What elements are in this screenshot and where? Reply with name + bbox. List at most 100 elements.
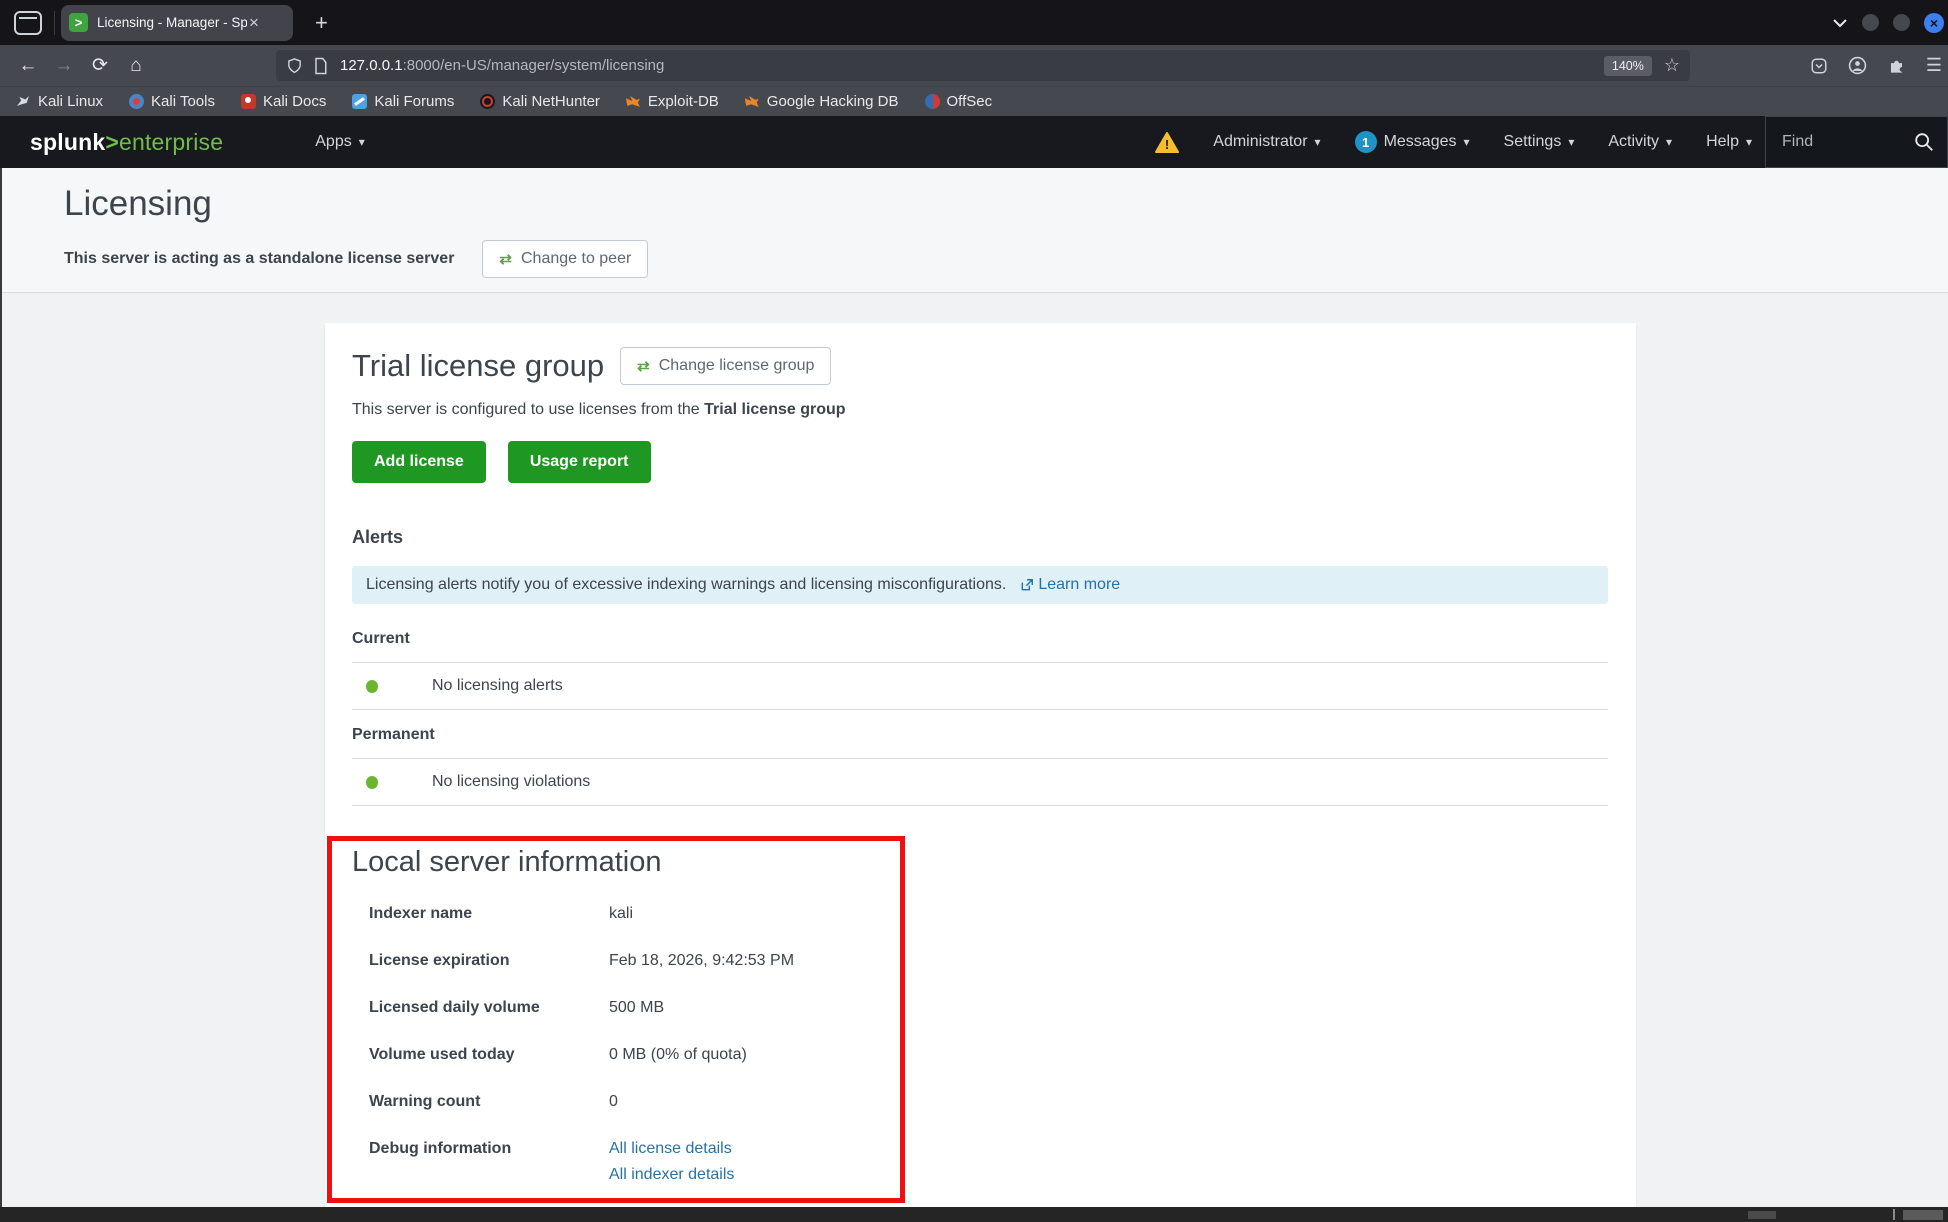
change-license-group-button[interactable]: ⇄Change license group	[620, 347, 831, 385]
taskbar-mark	[1893, 1209, 1895, 1220]
alerts-title: Alerts	[352, 527, 1636, 548]
bookmark-kali-docs[interactable]: Kali Docs	[241, 93, 326, 110]
table-row: Volume used today0 MB (0% of quota)	[369, 1046, 1636, 1064]
table-row: License expirationFeb 18, 2026, 9:42:53 …	[369, 952, 1636, 970]
permanent-alert-row: No licensing violations	[352, 759, 1608, 805]
taskbar-mark	[1748, 1211, 1776, 1219]
page-info-icon[interactable]	[313, 57, 328, 75]
table-row-debug: Debug information All license details Al…	[369, 1140, 1636, 1184]
alerts-info-banner: Licensing alerts notify you of excessive…	[352, 566, 1608, 604]
activity-menu[interactable]: Activity▾	[1608, 133, 1672, 151]
chevron-down-icon: ▾	[359, 135, 365, 149]
bookmark-kali-tools[interactable]: Kali Tools	[129, 93, 215, 110]
table-row: Warning count0	[369, 1093, 1636, 1111]
tab-separator	[54, 11, 55, 35]
search-icon[interactable]	[1913, 131, 1935, 153]
window-minimize-button[interactable]	[1862, 14, 1879, 31]
back-button[interactable]: ←	[10, 55, 46, 77]
kali-linux-icon	[16, 94, 31, 109]
forward-button[interactable]: →	[46, 55, 82, 77]
bookmark-star-icon[interactable]: ☆	[1664, 55, 1680, 76]
swap-icon: ⇄	[637, 357, 650, 375]
administrator-menu[interactable]: Administrator▾	[1213, 133, 1320, 151]
tab-list-chevron-icon[interactable]	[1832, 17, 1848, 29]
taskbar	[0, 1207, 1948, 1222]
bookmark-offsec[interactable]: OffSec	[925, 93, 993, 110]
alerts-permanent-label: Permanent	[352, 726, 1636, 744]
svg-text:!: !	[1165, 137, 1169, 152]
bookmark-kali-forums[interactable]: Kali Forums	[352, 93, 454, 110]
usage-report-button[interactable]: Usage report	[508, 441, 651, 483]
all-indexer-details-link[interactable]: All indexer details	[609, 1166, 734, 1184]
warning-icon[interactable]: !	[1155, 132, 1179, 153]
chevron-down-icon: ▾	[1315, 135, 1321, 149]
chevron-down-icon: ▾	[1463, 135, 1469, 149]
zoom-level-badge[interactable]: 140%	[1604, 56, 1652, 76]
bookmark-kali-nethunter[interactable]: Kali NetHunter	[480, 93, 600, 110]
table-row: Licensed daily volume500 MB	[369, 999, 1636, 1017]
splunk-favicon-icon: >	[69, 13, 88, 32]
kali-forums-icon	[352, 94, 367, 109]
splunk-logo[interactable]: splunk>enterprise	[30, 129, 223, 156]
browser-tab-bar: > Licensing - Manager - Spl × + ×	[0, 0, 1948, 45]
splunk-header: splunk>enterprise Apps▾ ! Administrator▾…	[0, 116, 1948, 168]
chevron-down-icon: ▾	[1666, 135, 1672, 149]
extensions-icon[interactable]	[1887, 56, 1906, 75]
alerts-banner-text: Licensing alerts notify you of excessive…	[366, 576, 1006, 594]
home-button[interactable]: ⌂	[118, 55, 154, 77]
chevron-down-icon: ▾	[1746, 135, 1752, 149]
url-host: 127.0.0.1	[340, 57, 403, 74]
browser-nav-bar: ← → ⟳ ⌂ 127.0.0.1:8000/en-US/manager/sys…	[0, 45, 1948, 86]
taskbar-mark	[1903, 1210, 1943, 1220]
table-row: Indexer namekali	[369, 905, 1636, 923]
pocket-icon[interactable]	[1810, 57, 1828, 75]
tab-title: Licensing - Manager - Spl	[97, 15, 247, 30]
tracking-shield-icon[interactable]	[286, 57, 303, 75]
account-icon[interactable]	[1848, 56, 1867, 75]
apps-menu[interactable]: Apps▾	[315, 133, 365, 151]
learn-more-link[interactable]: Learn more	[1020, 576, 1120, 594]
current-alert-row: No licensing alerts	[352, 663, 1608, 709]
url-bar[interactable]: 127.0.0.1:8000/en-US/manager/system/lice…	[276, 50, 1690, 81]
messages-count-badge: 1	[1355, 131, 1377, 153]
exploit-db-icon	[626, 94, 641, 109]
new-tab-button[interactable]: +	[315, 10, 328, 36]
add-license-button[interactable]: Add license	[352, 441, 486, 483]
license-group-description: This server is configured to use license…	[352, 401, 1636, 419]
change-to-peer-button[interactable]: ⇄Change to peer	[482, 240, 648, 278]
offsec-icon	[925, 94, 940, 109]
find-input[interactable]	[1780, 132, 1904, 152]
all-license-details-link[interactable]: All license details	[609, 1140, 734, 1158]
bookmark-google-hacking-db[interactable]: Google Hacking DB	[745, 93, 899, 110]
tab-close-icon[interactable]: ×	[249, 13, 259, 33]
kali-nethunter-icon	[480, 94, 495, 109]
page-header: Licensing This server is acting as a sta…	[0, 168, 1948, 293]
page-title: Licensing	[64, 184, 212, 224]
license-card: Trial license group ⇄Change license grou…	[325, 323, 1636, 1207]
divider	[352, 805, 1608, 806]
firefox-view-icon[interactable]	[14, 11, 42, 35]
url-path: :8000/en-US/manager/system/licensing	[403, 57, 665, 74]
alerts-current-label: Current	[352, 630, 1636, 648]
window-maximize-button[interactable]	[1893, 14, 1910, 31]
help-menu[interactable]: Help▾	[1706, 133, 1752, 151]
status-ok-dot	[366, 680, 378, 693]
chevron-down-icon: ▾	[1568, 135, 1574, 149]
menu-icon[interactable]: ☰	[1926, 55, 1942, 76]
bookmark-kali-linux[interactable]: Kali Linux	[16, 93, 103, 110]
messages-menu[interactable]: 1Messages▾	[1355, 131, 1470, 153]
window-close-button[interactable]: ×	[1924, 13, 1944, 33]
bookmarks-bar: Kali Linux Kali Tools Kali Docs Kali For…	[0, 86, 1948, 116]
bookmark-exploit-db[interactable]: Exploit-DB	[626, 93, 719, 110]
google-hacking-db-icon	[745, 94, 760, 109]
swap-icon: ⇄	[499, 250, 512, 268]
settings-menu[interactable]: Settings▾	[1504, 133, 1575, 151]
permanent-alert-status: No licensing violations	[432, 773, 590, 791]
browser-tab[interactable]: > Licensing - Manager - Spl ×	[61, 5, 293, 41]
reload-button[interactable]: ⟳	[82, 54, 118, 77]
find-search-box[interactable]	[1765, 116, 1948, 168]
license-group-title: Trial license group	[352, 348, 604, 384]
local-server-info-title: Local server information	[352, 846, 1636, 879]
external-link-icon	[1020, 578, 1034, 592]
local-server-info-table: Indexer namekali License expirationFeb 1…	[369, 905, 1636, 1184]
